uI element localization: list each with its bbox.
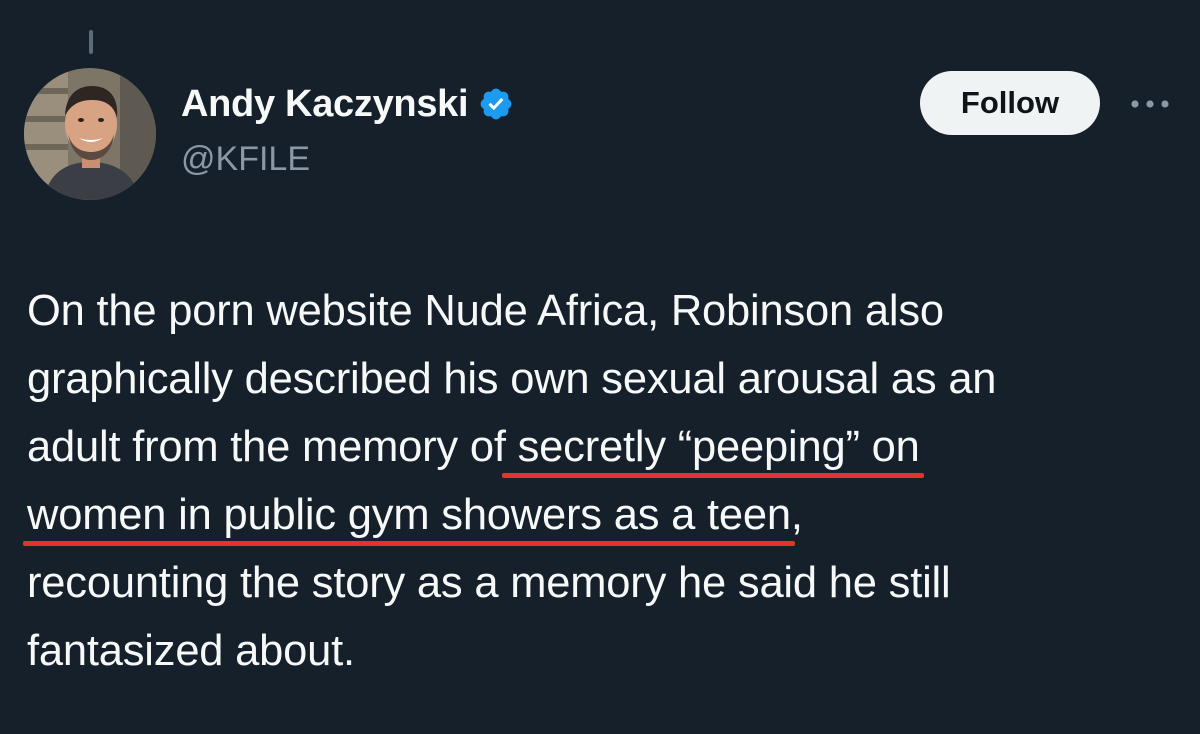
follow-button[interactable]: Follow: [920, 71, 1100, 135]
tweet-text-segment: fantasized about.: [27, 627, 355, 675]
author-handle[interactable]: @KFILE: [181, 140, 310, 179]
tweet-text-line: graphically described his own sexual aro…: [27, 345, 1187, 413]
tweet-text-line: On the porn website Nude Africa, Robinso…: [27, 277, 1187, 345]
avatar-photo: [24, 68, 156, 200]
tweet-text-line: women in public gym showers as a teen,: [27, 481, 1187, 549]
tweet-text-line: fantasized about.: [27, 617, 1187, 685]
author-name-row: Andy Kaczynski: [181, 80, 514, 128]
more-horizontal-icon[interactable]: [1128, 94, 1172, 114]
author-display-name[interactable]: Andy Kaczynski: [181, 83, 469, 126]
tweet-text-segment: recounting the story as a memory he said…: [27, 559, 951, 607]
tweet-text-line: recounting the story as a memory he said…: [27, 549, 1187, 617]
thread-connector-line: [89, 30, 93, 54]
tweet-text-segment: On the porn website Nude Africa, Robinso…: [27, 287, 944, 335]
highlighted-text-segment: secretly “peeping” on: [505, 423, 920, 471]
tweet-text-segment: ,: [790, 491, 803, 539]
verified-badge-icon[interactable]: [478, 86, 514, 122]
tweet-text-segment: adult from the memory of: [27, 423, 506, 471]
avatar[interactable]: [24, 68, 156, 200]
tweet-text-segment: graphically described his own sexual aro…: [27, 355, 997, 403]
highlighted-text-segment: women in public gym showers as a teen: [27, 491, 791, 539]
tweet-text-line: adult from the memory of secretly “peepi…: [27, 413, 1187, 481]
tweet-text: On the porn website Nude Africa, Robinso…: [27, 277, 1187, 685]
